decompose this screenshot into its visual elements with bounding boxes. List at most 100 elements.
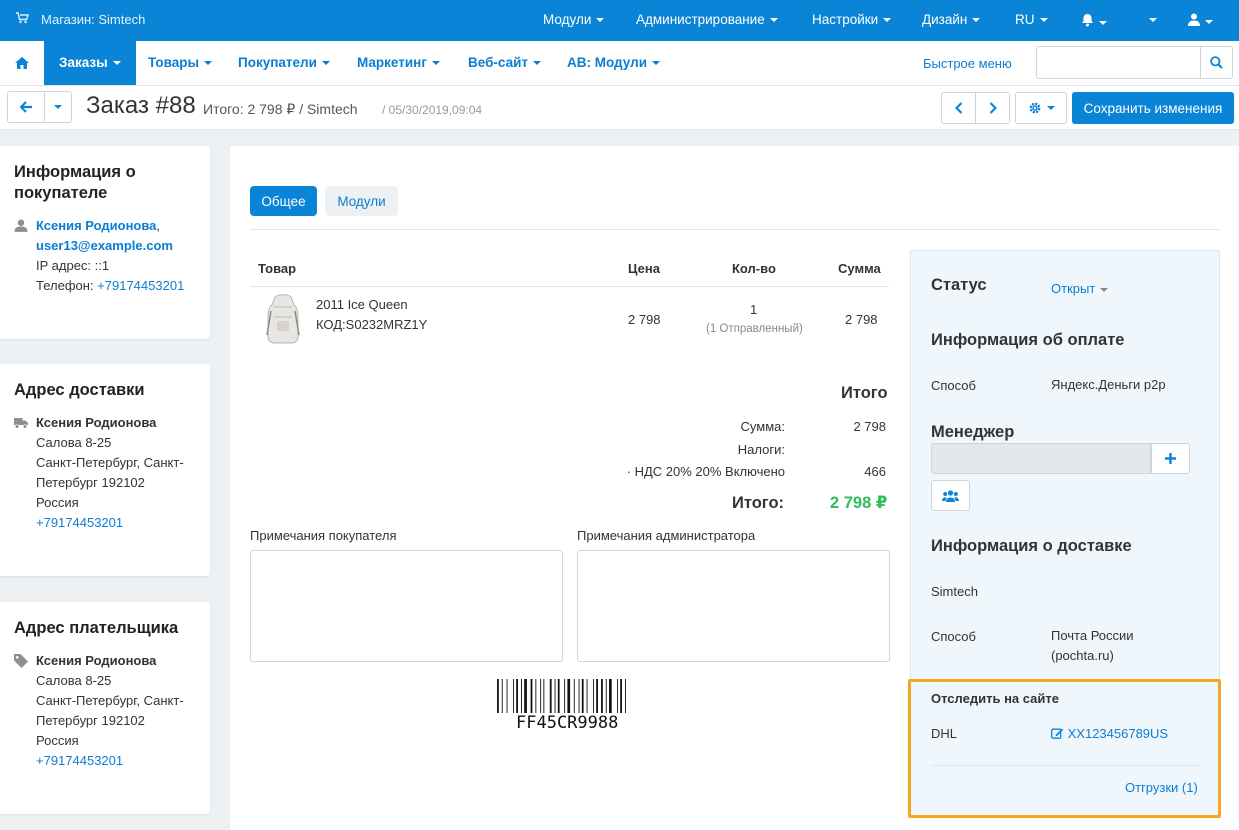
barcode-bar [543,679,545,713]
customer-notes-textarea[interactable] [250,550,563,662]
page-title: Заказ #88 [86,92,196,119]
product-qty: 1 [750,302,758,317]
extra-menu-button[interactable] [1144,12,1157,27]
product-price: 2 798 [628,312,661,327]
status-dropdown[interactable]: Открыт [1051,281,1109,296]
subtotal-value: 2 798 [853,419,886,434]
barcode-bar [516,679,518,713]
top-nav-administration[interactable]: Администрирование [636,12,778,27]
save-changes-button[interactable]: Сохранить изменения [1072,92,1234,124]
shipping-phone-link[interactable]: +79174453201 [36,515,123,530]
barcode-bar [564,679,566,713]
nav-products[interactable]: Товары [133,41,227,85]
nav-label: Веб-сайт [468,55,529,70]
barcode-bar [609,679,612,713]
nav-orders[interactable]: Заказы [44,41,136,85]
grand-total-label: Итого: [732,494,785,512]
top-nav-label: Модули [543,12,592,27]
nav-marketing[interactable]: Маркетинг [342,41,455,85]
gear-icon [1029,102,1040,114]
users-icon [942,489,959,502]
nav-ab-modules[interactable]: AB: Модули [552,41,675,85]
top-nav-modules[interactable]: Модули [543,12,605,27]
top-nav-label: RU [1015,12,1035,27]
barcode-bar [530,679,533,713]
back-button[interactable] [7,91,45,123]
caret-down-icon [321,61,330,66]
product-name-link[interactable]: 2011 Ice Queen [316,297,408,312]
shipping-method-value: Почта России (pochta.ru) [1051,628,1134,663]
cart-icon [16,12,29,27]
nav-label: Покупатели [238,55,317,70]
grand-total-value: 2 798 ₽ [830,494,888,512]
settings-dropdown-button[interactable] [1015,92,1067,124]
notifications-button[interactable] [1081,13,1107,30]
tabs-divider [250,229,1220,230]
plus-icon [1165,453,1176,464]
user-icon [1188,13,1200,26]
manager-group-button[interactable] [931,480,970,511]
barcode-bar [557,679,560,713]
title-bar: Заказ #88 Итого: 2 798 ₽ / Simtech / 05/… [0,86,1239,130]
barcode-bar [501,679,503,713]
caret-down-icon [883,18,892,23]
store-selector[interactable]: Магазин: Simtech [16,12,145,27]
billing-phone-link[interactable]: +79174453201 [36,753,123,768]
manager-input[interactable] [931,443,1151,474]
barcode-bar [540,679,542,713]
customer-email-link[interactable]: user13@example.com [36,238,173,253]
shipping-info-heading: Информация о доставке [931,537,1132,555]
add-manager-button[interactable] [1151,443,1190,474]
caret-down-icon [1039,18,1048,23]
top-nav-language[interactable]: RU [1015,12,1048,27]
product-thumbnail[interactable] [263,293,303,345]
nav-customers[interactable]: Покупатели [223,41,345,85]
top-nav-label: Настройки [812,12,879,27]
top-nav-design[interactable]: Дизайн [922,12,981,27]
nav-label: Заказы [59,55,108,70]
home-button[interactable] [0,41,44,85]
tab-general[interactable]: Общее [250,186,317,216]
customer-info-heading: Информация о покупателе [14,163,136,202]
barcode-bar [513,679,514,713]
back-dropdown-button[interactable] [44,91,72,123]
nav-website[interactable]: Веб-сайт [453,41,556,85]
barcode-bar [593,679,594,713]
barcode-bar [549,679,552,713]
barcode-bar [596,679,598,713]
tag-icon [14,654,28,668]
top-nav-settings[interactable]: Настройки [812,12,892,27]
search-input[interactable] [1037,47,1201,78]
payment-method-value: Яндекс.Деньги p2p [1051,377,1166,392]
caret-down-icon [1046,106,1055,110]
top-nav-label: Администрирование [636,12,765,27]
next-order-button[interactable] [975,92,1010,124]
user-menu-button[interactable] [1188,13,1213,29]
tracking-heading: Отследить на сайте [931,691,1059,706]
customer-name-link[interactable]: Ксения Родионова [36,218,156,233]
search-box [1036,46,1233,79]
product-code: КОД:S0232MRZ1Y [316,317,428,332]
barcode-bar [605,679,607,713]
shipping-method-label: Способ [931,629,976,644]
customer-phone-label: Телефон: [36,278,94,293]
prev-order-button[interactable] [941,92,976,124]
billing-address-heading: Адрес плательщика [14,619,179,637]
vat-label: · НДС 20% 20% Включено [626,464,785,479]
billing-street: Салова 8-25 [36,673,112,688]
search-button[interactable] [1200,47,1232,78]
quick-menu-link[interactable]: Быстрое меню [923,56,1012,71]
manager-heading: Менеджер [931,423,1015,441]
tab-modules[interactable]: Модули [325,186,398,216]
col-header-price: Цена [628,261,660,276]
barcode-bar [586,679,588,713]
customer-phone-link[interactable]: +79174453201 [97,278,184,293]
main-nav: Заказы Товары Покупатели Маркетинг Веб-с… [0,41,1239,86]
barcode-bar [573,679,575,713]
shipping-country: Россия [36,495,79,510]
admin-notes-textarea[interactable] [577,550,890,662]
tracking-number-link[interactable]: XX123456789US [1051,726,1168,741]
customer-ip: IP адрес: ::1 [36,258,110,273]
shipments-link[interactable]: Отгрузки (1) [1125,780,1198,795]
barcode-bar [625,679,626,713]
